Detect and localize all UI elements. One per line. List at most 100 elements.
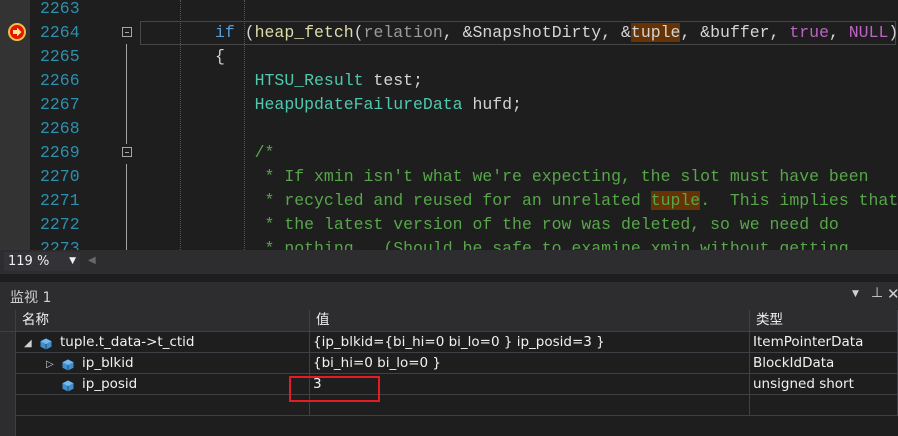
code-line[interactable]: 2268 [30, 117, 898, 141]
expand-arrow-icon[interactable]: ▷ [46, 355, 54, 373]
code-token: * If xmin isn't what we're expecting, th… [254, 167, 869, 186]
collapse-outline-icon[interactable] [122, 27, 132, 37]
row-selector-strip [0, 332, 16, 436]
watch-title: 监视 1 [10, 290, 52, 306]
code-text: if (heap_fetch(relation, &SnapshotDirty,… [215, 21, 898, 45]
watch-window: 监视 1 ▼ ⊥ ✕ 名称 值 类型 ◢ tuple.t_data->t_ctid… [0, 282, 898, 436]
code-token: ( [234, 23, 255, 42]
watch-name-text: tuple.t_data->t_ctid [60, 334, 195, 350]
collapse-arrow-icon[interactable]: ◢ [24, 334, 32, 352]
zoom-value: 119 % [8, 254, 50, 269]
line-number: 2265 [40, 47, 80, 66]
collapse-outline-icon[interactable] [122, 147, 132, 157]
code-editor[interactable]: 2263 2264 if (heap_fetch(relation, &Snapsh… [0, 0, 898, 250]
line-number: 2267 [40, 95, 80, 114]
dropdown-arrow-icon[interactable]: ▼ [852, 289, 859, 299]
code-token: { [215, 47, 225, 66]
code-line[interactable]: 2263 [30, 0, 898, 21]
watch-title-bar: 监视 1 ▼ ⊥ ✕ [0, 282, 898, 310]
code-text: HTSU_Result test; [215, 69, 423, 93]
scroll-left-icon[interactable]: ◀ [88, 255, 96, 266]
code-token: , &buffer, [680, 23, 790, 42]
code-line[interactable]: 2273 * nothing. (Should be safe to exami… [30, 237, 898, 250]
watch-name-cell[interactable]: ◢ tuple.t_data->t_ctid [16, 332, 310, 353]
zoom-dropdown[interactable]: 119 % ▼ [4, 252, 80, 271]
code-token: if [215, 23, 235, 42]
code-token: )) [888, 23, 898, 42]
watch-type-cell: unsigned short [750, 374, 898, 395]
watch-name-cell[interactable] [16, 395, 310, 416]
code-text: * recycled and reused for an unrelated t… [215, 189, 898, 213]
watch-name-cell[interactable]: ▷ ip_blkid [16, 353, 310, 374]
code-token: ( [353, 23, 364, 42]
code-token: NULL [848, 23, 889, 42]
breakpoint-current-statement-icon[interactable] [8, 23, 26, 41]
code-text: * If xmin isn't what we're expecting, th… [215, 165, 869, 189]
code-text: { [215, 45, 225, 69]
code-token: heap_fetch [254, 23, 354, 42]
code-line[interactable]: 2266 HTSU_Result test; [30, 69, 898, 93]
variable-icon [62, 378, 74, 392]
code-text: HeapUpdateFailureData hufd; [215, 93, 522, 117]
code-token: tuple [630, 23, 681, 42]
code-token: * nothing. (Should be safe to examine xm… [254, 239, 849, 250]
code-line[interactable]: 2270 * If xmin isn't what we're expectin… [30, 165, 898, 189]
code-line[interactable]: 2267 HeapUpdateFailureData hufd; [30, 93, 898, 117]
close-icon[interactable]: ✕ [887, 285, 898, 303]
line-number: 2268 [40, 119, 80, 138]
code-token: , &SnapshotDirty, & [442, 23, 631, 42]
column-header-name[interactable]: 名称 [16, 310, 310, 332]
code-token: test; [363, 71, 423, 90]
watch-type-cell: BlockIdData [750, 353, 898, 374]
code-token: HeapUpdateFailureData [254, 95, 463, 114]
watch-type-cell [750, 395, 898, 416]
line-number: 2271 [40, 191, 80, 210]
code-text: * nothing. (Should be safe to examine xm… [215, 237, 849, 250]
annotation-highlight-box [289, 376, 380, 402]
code-text: * the latest version of the row was dele… [215, 213, 839, 237]
line-number: 2270 [40, 167, 80, 186]
watch-grid: 名称 值 类型 ◢ tuple.t_data->t_ctid {ip_blkid={… [0, 310, 898, 436]
code-text: /* [215, 141, 275, 165]
variable-icon [62, 357, 74, 371]
pin-icon[interactable]: ⊥ [871, 285, 883, 301]
code-line[interactable]: 2264 if (heap_fetch(relation, &SnapshotDi… [30, 21, 898, 45]
code-token: relation [363, 23, 443, 42]
editor-status-bar: 119 % ▼ ◀ [0, 250, 898, 274]
chevron-down-icon[interactable]: ▼ [69, 252, 76, 271]
code-token: HTSU_Result [254, 71, 364, 90]
horizontal-scrollbar[interactable] [100, 258, 890, 266]
column-header-value[interactable]: 值 [310, 310, 750, 332]
code-line[interactable]: 2272 * the latest version of the row was… [30, 213, 898, 237]
line-number: 2264 [40, 23, 80, 42]
row-header-corner [0, 310, 16, 332]
code-line[interactable]: 2271 * recycled and reused for an unrela… [30, 189, 898, 213]
code-token: hufd; [462, 95, 522, 114]
variable-icon [40, 336, 52, 350]
code-token: true [789, 23, 829, 42]
code-token: * recycled and reused for an unrelated [254, 191, 651, 210]
code-token: , [828, 23, 849, 42]
line-number: 2273 [40, 239, 80, 250]
code-token: . This implies that [700, 191, 898, 210]
watch-type-cell: ItemPointerData [750, 332, 898, 353]
watch-value-cell[interactable]: {ip_blkid={bi_hi=0 bi_lo=0 } ip_posid=3 … [310, 332, 750, 353]
line-number: 2272 [40, 215, 80, 234]
column-header-type[interactable]: 类型 [750, 310, 898, 332]
line-number: 2263 [40, 0, 80, 18]
code-line[interactable]: 2265 { [30, 45, 898, 69]
watch-value-cell[interactable]: {bi_hi=0 bi_lo=0 } [310, 353, 750, 374]
line-number: 2269 [40, 143, 80, 162]
watch-name-cell[interactable]: ip_posid [16, 374, 310, 395]
code-token: tuple [650, 191, 701, 210]
code-line[interactable]: 2269 /* [30, 141, 898, 165]
watch-name-text: ip_blkid [82, 355, 134, 371]
watch-name-text: ip_posid [82, 376, 138, 392]
